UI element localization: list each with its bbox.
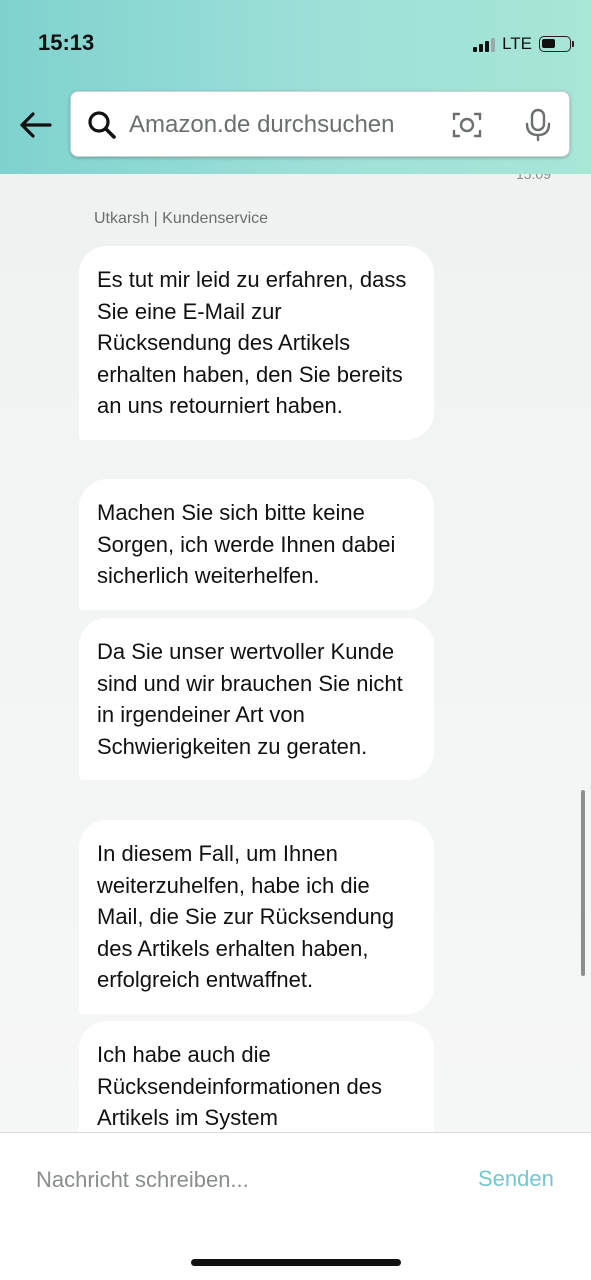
message-bubble: Da Sie unser wertvoller Kunde sind und w… [79, 618, 434, 780]
sender-label: Utkarsh | Kundenservice [94, 210, 269, 227]
microphone-icon[interactable] [523, 108, 553, 142]
back-button[interactable] [14, 104, 56, 146]
message-bubble: Es tut mir leid zu erfahren, dass Sie ei… [79, 246, 434, 440]
send-button[interactable]: Senden [478, 1166, 554, 1192]
message-bubble: Ich habe auch die Rücksendeinformationen… [79, 1021, 434, 1132]
app-header: 15:13 LTE [0, 0, 591, 174]
message-bubble: In diesem Fall, um Ihnen weiterzuhelfen,… [79, 820, 434, 1014]
scrollbar[interactable] [581, 790, 585, 976]
signal-icon [473, 36, 496, 52]
chat-thread[interactable]: 15:09 Utkarsh | Kundenservice Es tut mir… [0, 174, 591, 1132]
message-timestamp: 15:09 [515, 174, 551, 182]
status-indicators: LTE [473, 34, 574, 54]
status-time: 15:13 [38, 30, 95, 55]
compose-bar: Senden [0, 1132, 591, 1280]
search-icon [88, 111, 116, 139]
home-indicator[interactable] [191, 1259, 401, 1266]
search-bar[interactable] [70, 91, 570, 157]
message-input[interactable] [34, 1161, 458, 1199]
battery-icon [539, 36, 574, 52]
network-label: LTE [502, 34, 532, 53]
camera-scan-icon[interactable] [451, 110, 483, 140]
arrow-left-icon [20, 112, 52, 138]
search-input[interactable] [127, 104, 431, 146]
message-bubble: Machen Sie sich bitte keine Sorgen, ich … [79, 479, 434, 610]
